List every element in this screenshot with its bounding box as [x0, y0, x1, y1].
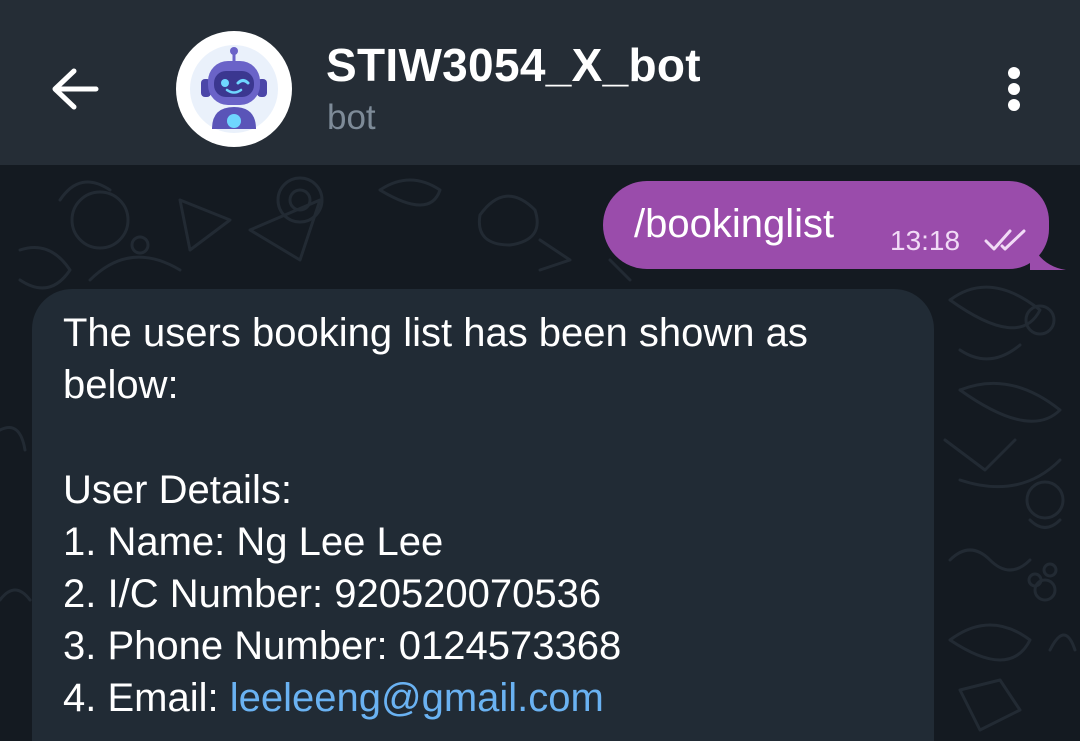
- robot-avatar-icon: [190, 45, 278, 133]
- chat-header: STIW3054_X_bot bot: [0, 0, 1080, 165]
- more-vertical-icon: [1008, 67, 1020, 111]
- detail-value: 0124573368: [398, 624, 622, 668]
- back-button[interactable]: [40, 58, 110, 120]
- chat-title[interactable]: STIW3054_X_bot: [326, 38, 701, 92]
- avatar[interactable]: [176, 31, 292, 147]
- detail-email: 4. Email: leeleeng@gmail.com: [63, 672, 604, 724]
- outgoing-message-text: /bookinglist: [634, 202, 835, 246]
- message-line: below:: [63, 363, 179, 407]
- arrow-left-icon: [52, 68, 99, 110]
- detail-value: Ng Lee Lee: [236, 520, 444, 564]
- detail-value: 920520070536: [334, 572, 602, 616]
- detail-phone-number: 3. Phone Number: 0124573368: [63, 620, 621, 672]
- message-line: The users booking list has been shown as: [63, 311, 808, 355]
- email-link[interactable]: leeleeng@gmail.com: [230, 676, 604, 720]
- detail-label: 3. Phone Number:: [63, 624, 399, 668]
- chat-subtitle: bot: [327, 98, 376, 137]
- message-time: 13:18: [890, 225, 961, 256]
- user-details-heading: User Details:: [63, 468, 292, 512]
- chat-screen: STIW3054_X_bot bot /bookinglist 13:18 Th…: [0, 0, 1080, 741]
- detail-label: 1. Name:: [63, 520, 237, 564]
- bubble-tail: [1030, 240, 1066, 270]
- detail-ic-number: 2. I/C Number: 920520070536: [63, 568, 601, 620]
- double-check-icon: [984, 229, 1026, 251]
- detail-label: 2. I/C Number:: [63, 572, 335, 616]
- more-menu-button[interactable]: [992, 58, 1036, 120]
- detail-label: 4. Email:: [63, 676, 230, 720]
- detail-name: 1. Name: Ng Lee Lee: [63, 516, 443, 568]
